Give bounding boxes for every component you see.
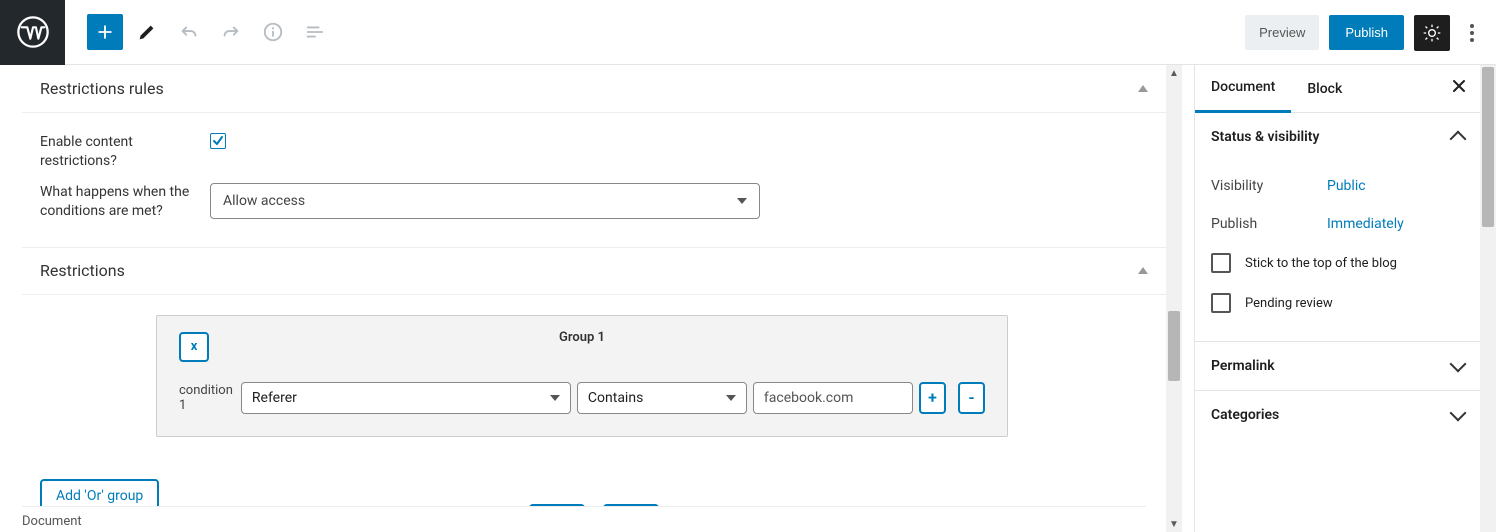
info-icon: [262, 21, 284, 43]
scrollbar-up-icon: ▲: [1166, 65, 1182, 81]
main-content: Restrictions rules Enable content restri…: [22, 65, 1166, 532]
condition-value-input[interactable]: facebook.com: [753, 382, 913, 414]
panel-permalink-header[interactable]: Permalink: [1195, 342, 1480, 390]
row-sticky: Stick to the top of the blog: [1211, 243, 1464, 283]
condition-field-select[interactable]: Referer: [241, 382, 571, 414]
close-icon: [1450, 77, 1468, 95]
row-pending: Pending review: [1211, 283, 1464, 323]
scrollbar-down-icon: ▼: [1166, 516, 1182, 532]
sidebar-outer: Document Block Status & visibility Visib…: [1194, 65, 1496, 532]
main-scrollbar[interactable]: ▲ ▼: [1166, 65, 1182, 532]
publish-value-link[interactable]: Immediately: [1327, 216, 1404, 232]
caret-up-icon: [1138, 267, 1148, 274]
sidebar-tabs: Document Block: [1195, 65, 1480, 113]
scrollbar-thumb[interactable]: [1168, 311, 1180, 381]
publish-button[interactable]: Publish: [1329, 15, 1404, 50]
panel-title: Restrictions: [40, 261, 125, 280]
list-icon: [304, 21, 326, 43]
publish-label: Publish: [1211, 216, 1327, 232]
select-value: Contains: [588, 390, 643, 406]
chevron-down-icon: [1450, 405, 1467, 422]
panel-restriction-rules-header[interactable]: Restrictions rules: [22, 65, 1166, 113]
undo-button[interactable]: [171, 14, 207, 50]
input-value: facebook.com: [764, 390, 853, 406]
tab-document[interactable]: Document: [1195, 65, 1291, 113]
condition-label: condition 1: [179, 383, 233, 413]
panel-title: Status & visibility: [1211, 129, 1319, 145]
panel-permalink: Permalink: [1195, 342, 1480, 391]
condition-operator-select[interactable]: Contains: [577, 382, 747, 414]
wordpress-icon: [17, 16, 49, 48]
kebab-icon: [1470, 24, 1474, 42]
add-condition-button[interactable]: +: [919, 382, 946, 414]
panel-restrictions-header[interactable]: Restrictions: [22, 247, 1166, 295]
condition-row: condition 1 Referer Contains facebook.co…: [179, 382, 985, 414]
chevron-down-icon: [550, 395, 560, 401]
caret-up-icon: [1138, 85, 1148, 92]
sticky-checkbox[interactable]: [1211, 253, 1231, 273]
panel-categories: Categories: [1195, 391, 1480, 439]
panel-title: Categories: [1211, 407, 1279, 423]
redo-button[interactable]: [213, 14, 249, 50]
select-value: Referer: [252, 390, 297, 406]
preview-button[interactable]: Preview: [1245, 15, 1319, 50]
condition-group: Group 1 x condition 1 Referer Contains: [156, 315, 1008, 437]
pencil-icon: [136, 21, 158, 43]
select-value: Allow access: [223, 193, 305, 209]
more-menu-button[interactable]: [1460, 15, 1484, 51]
panel-status-header[interactable]: Status & visibility: [1195, 113, 1480, 161]
chevron-up-icon: [1450, 131, 1467, 148]
chevron-down-icon: [726, 395, 736, 401]
remove-group-button[interactable]: x: [179, 332, 209, 362]
groups-container: Group 1 x condition 1 Referer Contains: [22, 295, 1166, 447]
settings-sidebar: Document Block Status & visibility Visib…: [1194, 65, 1480, 532]
info-button[interactable]: [255, 14, 291, 50]
sidebar-scrollbar[interactable]: [1480, 65, 1496, 532]
pending-review-checkbox[interactable]: [1211, 293, 1231, 313]
panel-categories-header[interactable]: Categories: [1195, 391, 1480, 439]
gear-icon: [1422, 23, 1442, 43]
right-gutter: [1182, 65, 1194, 532]
conditions-action-select[interactable]: Allow access: [210, 183, 760, 219]
chevron-down-icon: [1450, 356, 1467, 373]
panel-title: Permalink: [1211, 358, 1275, 374]
pending-review-label: Pending review: [1245, 296, 1333, 311]
panel-status-visibility: Status & visibility Visibility Public Pu…: [1195, 113, 1480, 342]
panel-title: Restrictions rules: [40, 79, 164, 98]
toolbar-left: [65, 14, 333, 50]
visibility-value-link[interactable]: Public: [1327, 178, 1366, 194]
remove-condition-button[interactable]: -: [958, 382, 985, 414]
toolbar-right: Preview Publish: [1245, 0, 1484, 65]
settings-toggle-button[interactable]: [1414, 15, 1450, 51]
enable-restrictions-label: Enable content restrictions?: [40, 133, 210, 171]
tab-block[interactable]: Block: [1291, 65, 1358, 113]
workspace: Restrictions rules Enable content restri…: [0, 65, 1496, 532]
editor-topbar: Preview Publish: [0, 0, 1496, 65]
plus-icon: [95, 22, 115, 42]
row-visibility: Visibility Public: [1211, 167, 1464, 205]
scrollbar-thumb[interactable]: [1482, 67, 1494, 227]
check-icon: [212, 135, 224, 147]
wordpress-logo[interactable]: [0, 0, 65, 65]
conditions-action-label: What happens when the conditions are met…: [40, 183, 210, 221]
row-conditions-action: What happens when the conditions are met…: [22, 177, 1166, 247]
row-enable-restrictions: Enable content restrictions?: [22, 113, 1166, 177]
visibility-label: Visibility: [1211, 178, 1327, 194]
row-publish: Publish Immediately: [1211, 205, 1464, 243]
outline-button[interactable]: [297, 14, 333, 50]
undo-icon: [178, 21, 200, 43]
sticky-label: Stick to the top of the blog: [1245, 256, 1397, 271]
main-column: Restrictions rules Enable content restri…: [22, 65, 1182, 532]
enable-restrictions-checkbox[interactable]: [210, 133, 226, 149]
close-sidebar-button[interactable]: [1450, 77, 1468, 99]
chevron-down-icon: [737, 198, 747, 204]
redo-icon: [220, 21, 242, 43]
breadcrumb[interactable]: Document: [22, 506, 1146, 532]
add-block-button[interactable]: [87, 14, 123, 50]
left-gutter: [0, 65, 22, 532]
edit-mode-button[interactable]: [129, 14, 165, 50]
